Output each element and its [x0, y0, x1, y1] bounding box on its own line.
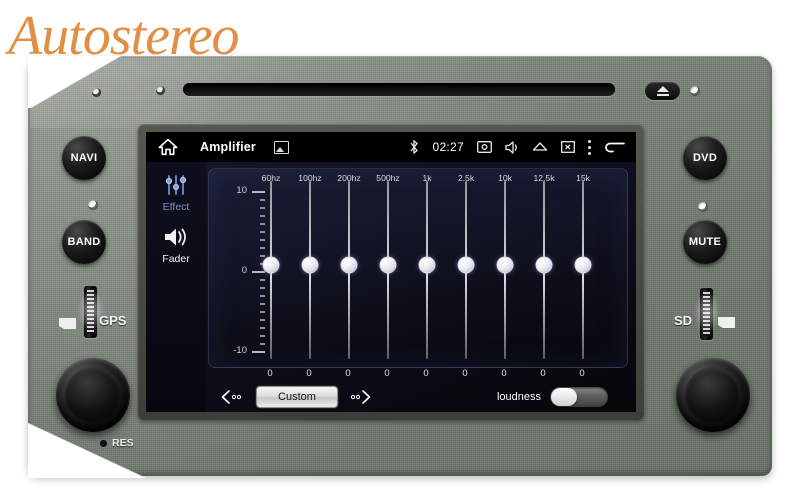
axis-tick-label: -10: [233, 345, 247, 356]
disc-slot[interactable]: [183, 83, 615, 96]
volume-knob-left[interactable]: [56, 358, 130, 432]
home-icon[interactable]: [158, 138, 178, 156]
eq-slider[interactable]: [338, 181, 360, 359]
eq-slider[interactable]: [416, 181, 438, 359]
bluetooth-icon[interactable]: [409, 139, 419, 155]
eq-slider-knob[interactable]: [262, 256, 280, 274]
navi-button-label: NAVI: [70, 152, 98, 164]
reset-label: RES: [112, 437, 134, 449]
eq-slider-knob[interactable]: [340, 256, 358, 274]
screenshot-icon[interactable]: [273, 140, 289, 154]
eject-icon[interactable]: [532, 141, 548, 153]
led-left: [88, 200, 98, 210]
touchscreen[interactable]: Amplifier 02:27 Effect Fader 60hz 100hz …: [146, 132, 636, 412]
axis-tick-label: 0: [241, 265, 247, 276]
reset-dot[interactable]: [100, 440, 107, 447]
eq-values: 0 0 0 0 0 0 0 0 0: [208, 368, 626, 382]
eq-value-label: 0: [462, 368, 468, 379]
close-window-icon[interactable]: [561, 141, 575, 153]
mute-button-label: MUTE: [688, 236, 722, 248]
eq-slider[interactable]: [455, 181, 477, 359]
mute-button[interactable]: MUTE: [683, 220, 727, 264]
eq-slider[interactable]: [572, 181, 594, 359]
dvd-button-label: DVD: [692, 152, 718, 164]
eq-slider-knob[interactable]: [574, 256, 592, 274]
status-icons: 02:27: [409, 139, 636, 155]
eq-value-label: 0: [579, 368, 585, 379]
eq-slider-knob[interactable]: [457, 256, 475, 274]
eq-slider[interactable]: [494, 181, 516, 359]
eq-slider-knob[interactable]: [379, 256, 397, 274]
overflow-menu-icon[interactable]: [588, 139, 591, 155]
navi-button[interactable]: NAVI: [62, 136, 106, 180]
eq-value-label: 0: [384, 368, 390, 379]
gps-card-icon: [59, 318, 76, 329]
eq-value-label: 0: [540, 368, 546, 379]
mode-sidebar: Effect Fader: [146, 162, 206, 412]
gps-card-slot[interactable]: [84, 286, 97, 338]
eq-slider[interactable]: [260, 181, 282, 359]
band-button[interactable]: BAND: [62, 220, 106, 264]
loudness-label: loudness: [496, 391, 541, 403]
eq-slider-knob[interactable]: [418, 256, 436, 274]
back-icon[interactable]: [604, 140, 626, 154]
eq-value-label: 0: [306, 368, 312, 379]
screw-top-left-2: [156, 86, 165, 95]
eq-value-label: 0: [267, 368, 273, 379]
eq-slider-knob[interactable]: [535, 256, 553, 274]
screw-top-left: [92, 88, 101, 97]
sidebar-item-effect-label: Effect: [162, 201, 190, 213]
status-bar: Amplifier 02:27: [146, 132, 636, 162]
eq-value-label: 0: [345, 368, 351, 379]
eq-slider-knob[interactable]: [301, 256, 319, 274]
loudness-toggle[interactable]: [550, 387, 608, 407]
sidebar-item-fader[interactable]: Fader: [146, 224, 206, 265]
sd-card-slot[interactable]: [700, 288, 713, 340]
eq-slider[interactable]: [533, 181, 555, 359]
equalizer-screen: Effect Fader 60hz 100hz 200hz 500hz 1k 2.5k 10: [146, 162, 636, 412]
eq-slider[interactable]: [299, 181, 321, 359]
speaker-icon: [146, 224, 206, 250]
sidebar-item-effect[interactable]: Effect: [146, 172, 206, 213]
gps-label: GPS: [99, 313, 127, 328]
screenshot-root: NAVI BAND GPS RES DVD MUTE SD Amplifier: [0, 0, 800, 504]
status-led-top: [690, 86, 700, 96]
volume-icon[interactable]: [505, 140, 519, 154]
eq-bottom-bar: Custom loudness: [208, 384, 626, 410]
loudness-control: loudness: [497, 387, 626, 407]
sd-card-icon: [718, 317, 735, 328]
clock: 02:27: [432, 140, 464, 154]
eject-button[interactable]: [645, 82, 680, 100]
equalizer-panel: 60hz 100hz 200hz 500hz 1k 2.5k 10k 12.5k 15k 10 0…: [208, 168, 628, 368]
next-preset-button[interactable]: [348, 389, 374, 405]
dvd-button[interactable]: DVD: [683, 136, 727, 180]
eq-slider[interactable]: [377, 181, 399, 359]
sd-label: SD: [674, 313, 693, 328]
axis-tick-label: 10: [236, 185, 247, 196]
eject-button-icon: [656, 86, 669, 96]
eq-value-label: 0: [423, 368, 429, 379]
preset-button[interactable]: Custom: [256, 386, 338, 408]
sdcard-icon[interactable]: [477, 141, 492, 153]
page-title: Amplifier: [200, 140, 256, 154]
band-button-label: BAND: [67, 236, 101, 248]
equalizer-sliders-icon: [146, 172, 206, 198]
volume-knob-right[interactable]: [676, 358, 750, 432]
led-right: [698, 202, 708, 212]
eq-sliders: [260, 181, 619, 359]
eq-value-label: 0: [501, 368, 507, 379]
sidebar-item-fader-label: Fader: [162, 253, 190, 265]
prev-preset-button[interactable]: [220, 389, 246, 405]
eq-slider-knob[interactable]: [496, 256, 514, 274]
